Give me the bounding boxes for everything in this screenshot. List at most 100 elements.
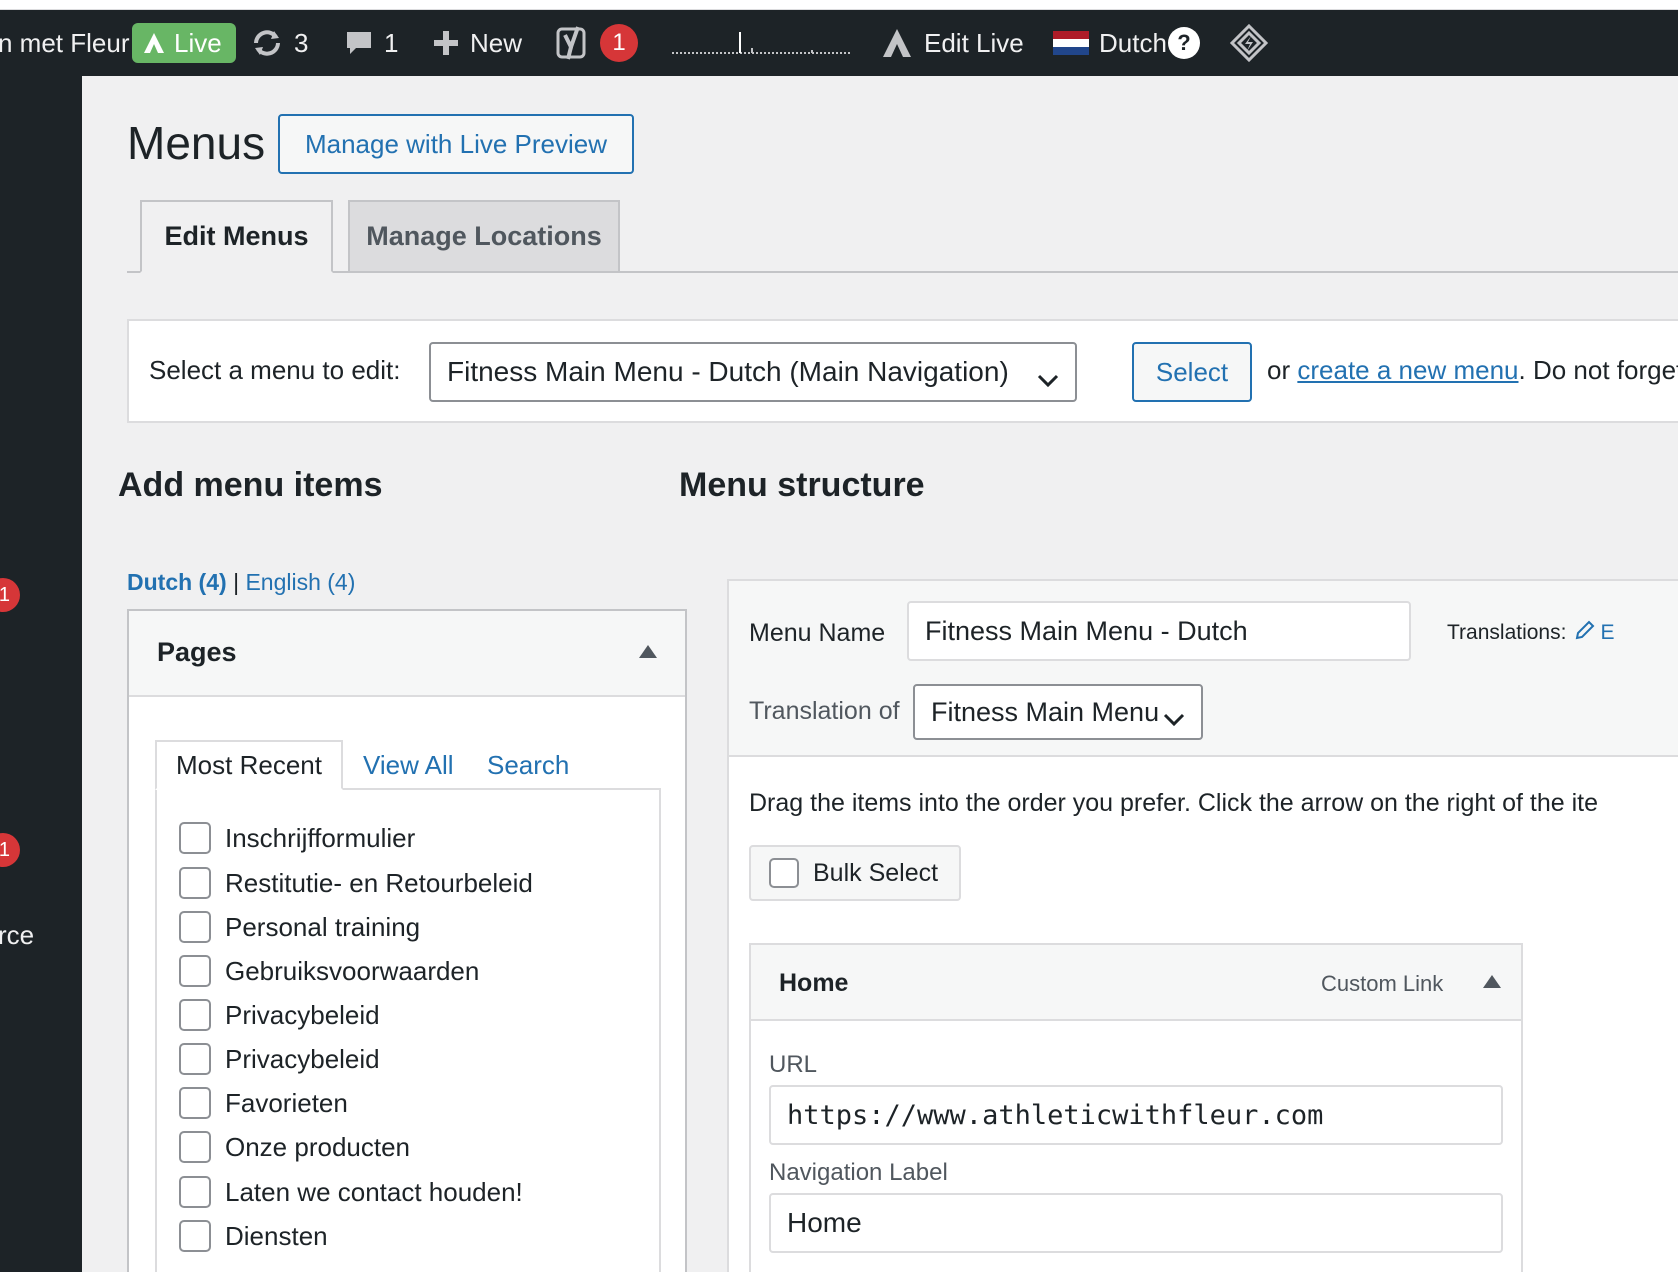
menu-select-dropdown[interactable]: Fitness Main Menu - Dutch (Main Navigati… <box>429 342 1077 402</box>
menu-structure-heading: Menu structure <box>679 466 925 504</box>
menu-item-title: Home <box>779 969 849 997</box>
page-checkbox[interactable] <box>179 1043 211 1075</box>
comments-link[interactable]: 1 <box>344 10 398 76</box>
reminder-text: . Do not forget t <box>1518 355 1678 385</box>
navigation-label-input[interactable]: Home <box>769 1193 1503 1253</box>
language-switcher[interactable]: Dutch <box>1053 10 1167 76</box>
bulk-select-checkbox[interactable] <box>769 858 799 888</box>
list-item: Onze producten <box>179 1129 410 1165</box>
yoast-link[interactable]: 1 <box>556 10 638 76</box>
menu-name-label: Menu Name <box>749 619 886 647</box>
language-filter: Dutch (4) | English (4) <box>127 569 355 596</box>
page-checkbox[interactable] <box>179 867 211 899</box>
list-item: Restitutie- en Retourbeleid <box>179 865 533 901</box>
translation-of-select[interactable]: Fitness Main Menu <box>913 684 1203 740</box>
chevron-down-icon <box>1163 703 1185 734</box>
pages-list: Inschrijfformulier Restitutie- en Retour… <box>155 788 661 1272</box>
page-checkbox[interactable] <box>179 999 211 1031</box>
live-logo-icon <box>142 31 166 55</box>
help-button[interactable]: ? <box>1168 10 1200 76</box>
tab-search[interactable]: Search <box>487 740 569 790</box>
tab-manage-locations[interactable]: Manage Locations <box>348 200 620 273</box>
tab-view-all[interactable]: View All <box>363 740 454 790</box>
list-item: Favorieten <box>179 1085 348 1121</box>
activity-graph-icon <box>672 10 852 76</box>
admin-bar: n met Fleur Live 3 1 New 1 Edit Live Dut… <box>0 10 1678 76</box>
yoast-notification-badge: 1 <box>600 24 638 62</box>
menu-name-value: Fitness Main Menu - Dutch <box>925 615 1248 646</box>
list-item: Diensten <box>179 1218 328 1254</box>
page-checkbox[interactable] <box>179 955 211 987</box>
list-item: Gebruiksvoorwaarden <box>179 953 479 989</box>
menu-item-header[interactable]: Home Custom Link <box>751 945 1521 1021</box>
updates-icon <box>250 28 284 58</box>
navigation-label-value: Home <box>787 1207 862 1238</box>
language-label: Dutch <box>1099 27 1167 58</box>
list-item: Inschrijfformulier <box>179 820 415 856</box>
translations-edit-link[interactable]: E <box>1574 619 1614 647</box>
translation-of-label: Translation of <box>749 697 900 725</box>
page-checkbox[interactable] <box>179 911 211 943</box>
list-item: Privacybeleid <box>179 1041 380 1077</box>
select-button[interactable]: Select <box>1132 342 1252 402</box>
menu-item-type: Custom Link <box>1321 971 1444 996</box>
page-label: Personal training <box>225 911 421 942</box>
bulk-select-button[interactable]: Bulk Select <box>749 845 961 901</box>
menu-item-home: Home Custom Link URL https://www.athleti… <box>749 943 1523 1272</box>
tab-most-recent[interactable]: Most Recent <box>155 740 343 790</box>
lang-english-link[interactable]: English (4) <box>245 569 355 595</box>
page-label: Inschrijfformulier <box>225 822 416 853</box>
or-text: or <box>1267 355 1291 385</box>
page-label: Laten we contact houden! <box>225 1176 523 1207</box>
comment-icon <box>344 28 374 58</box>
create-new-menu-link[interactable]: create a new menu <box>1297 355 1518 385</box>
create-menu-text: or create a new menu. Do not forget t <box>1267 355 1678 386</box>
translations-info: Translations: E <box>1447 619 1614 647</box>
live-label: Live <box>174 27 222 58</box>
menu-select-value: Fitness Main Menu - Dutch (Main Navigati… <box>447 356 1009 387</box>
updates-link[interactable]: 3 <box>250 10 308 76</box>
page-checkbox[interactable] <box>179 1220 211 1252</box>
live-badge[interactable]: Live <box>132 23 236 63</box>
lang-separator: | <box>233 569 240 595</box>
edit-live-label: Edit Live <box>924 27 1024 58</box>
chevron-down-icon <box>1037 363 1059 395</box>
menu-select-bar: Select a menu to edit: Fitness Main Menu… <box>127 319 1678 423</box>
translations-edit-label: E <box>1600 621 1615 644</box>
diamond-icon <box>1230 24 1268 62</box>
pages-panel-header[interactable]: Pages <box>129 611 685 697</box>
admin-sidebar: 1 1 rce <box>0 76 82 1272</box>
collapse-arrow-icon[interactable] <box>1483 975 1501 988</box>
menu-name-input[interactable]: Fitness Main Menu - Dutch <box>907 601 1411 661</box>
page-label: Restitutie- en Retourbeleid <box>225 867 533 898</box>
lang-dutch-link[interactable]: Dutch (4) <box>127 569 227 595</box>
page-label: Gebruiksvoorwaarden <box>225 955 480 986</box>
bulk-select-label: Bulk Select <box>813 858 939 887</box>
select-menu-label: Select a menu to edit: <box>149 355 401 385</box>
site-name-link[interactable]: n met Fleur <box>0 10 130 76</box>
collapse-arrow-icon[interactable] <box>639 645 657 658</box>
page-title: Menus <box>127 117 266 169</box>
sidebar-badge: 1 <box>0 833 20 867</box>
yoast-icon <box>556 25 590 61</box>
diamond-plugin-link[interactable] <box>1230 10 1268 76</box>
list-item: Personal training <box>179 909 420 945</box>
menu-structure-panel: Menu Name Fitness Main Menu - Dutch Tran… <box>727 579 1678 1272</box>
manage-live-preview-button[interactable]: Manage with Live Preview <box>278 114 634 174</box>
edit-live-link[interactable]: Edit Live <box>880 10 1024 76</box>
tab-edit-menus[interactable]: Edit Menus <box>140 200 333 273</box>
pages-panel: Pages Most Recent View All Search Inschr… <box>127 609 687 1272</box>
main-content: Menus Manage with Live Preview Edit Menu… <box>82 76 1678 1272</box>
page-checkbox[interactable] <box>179 822 211 854</box>
page-checkbox[interactable] <box>179 1131 211 1163</box>
navigation-label-label: Navigation Label <box>769 1159 948 1186</box>
sidebar-item-label[interactable]: rce <box>0 920 34 951</box>
url-input[interactable]: https://www.athleticwithfleur.com <box>769 1085 1503 1145</box>
list-item: Laten we contact houden! <box>179 1174 523 1210</box>
menu-settings-header: Menu Name Fitness Main Menu - Dutch Tran… <box>729 581 1678 757</box>
page-label: Favorieten <box>225 1087 348 1118</box>
plus-icon <box>432 29 460 57</box>
new-content-link[interactable]: New <box>432 10 522 76</box>
page-checkbox[interactable] <box>179 1176 211 1208</box>
page-checkbox[interactable] <box>179 1087 211 1119</box>
